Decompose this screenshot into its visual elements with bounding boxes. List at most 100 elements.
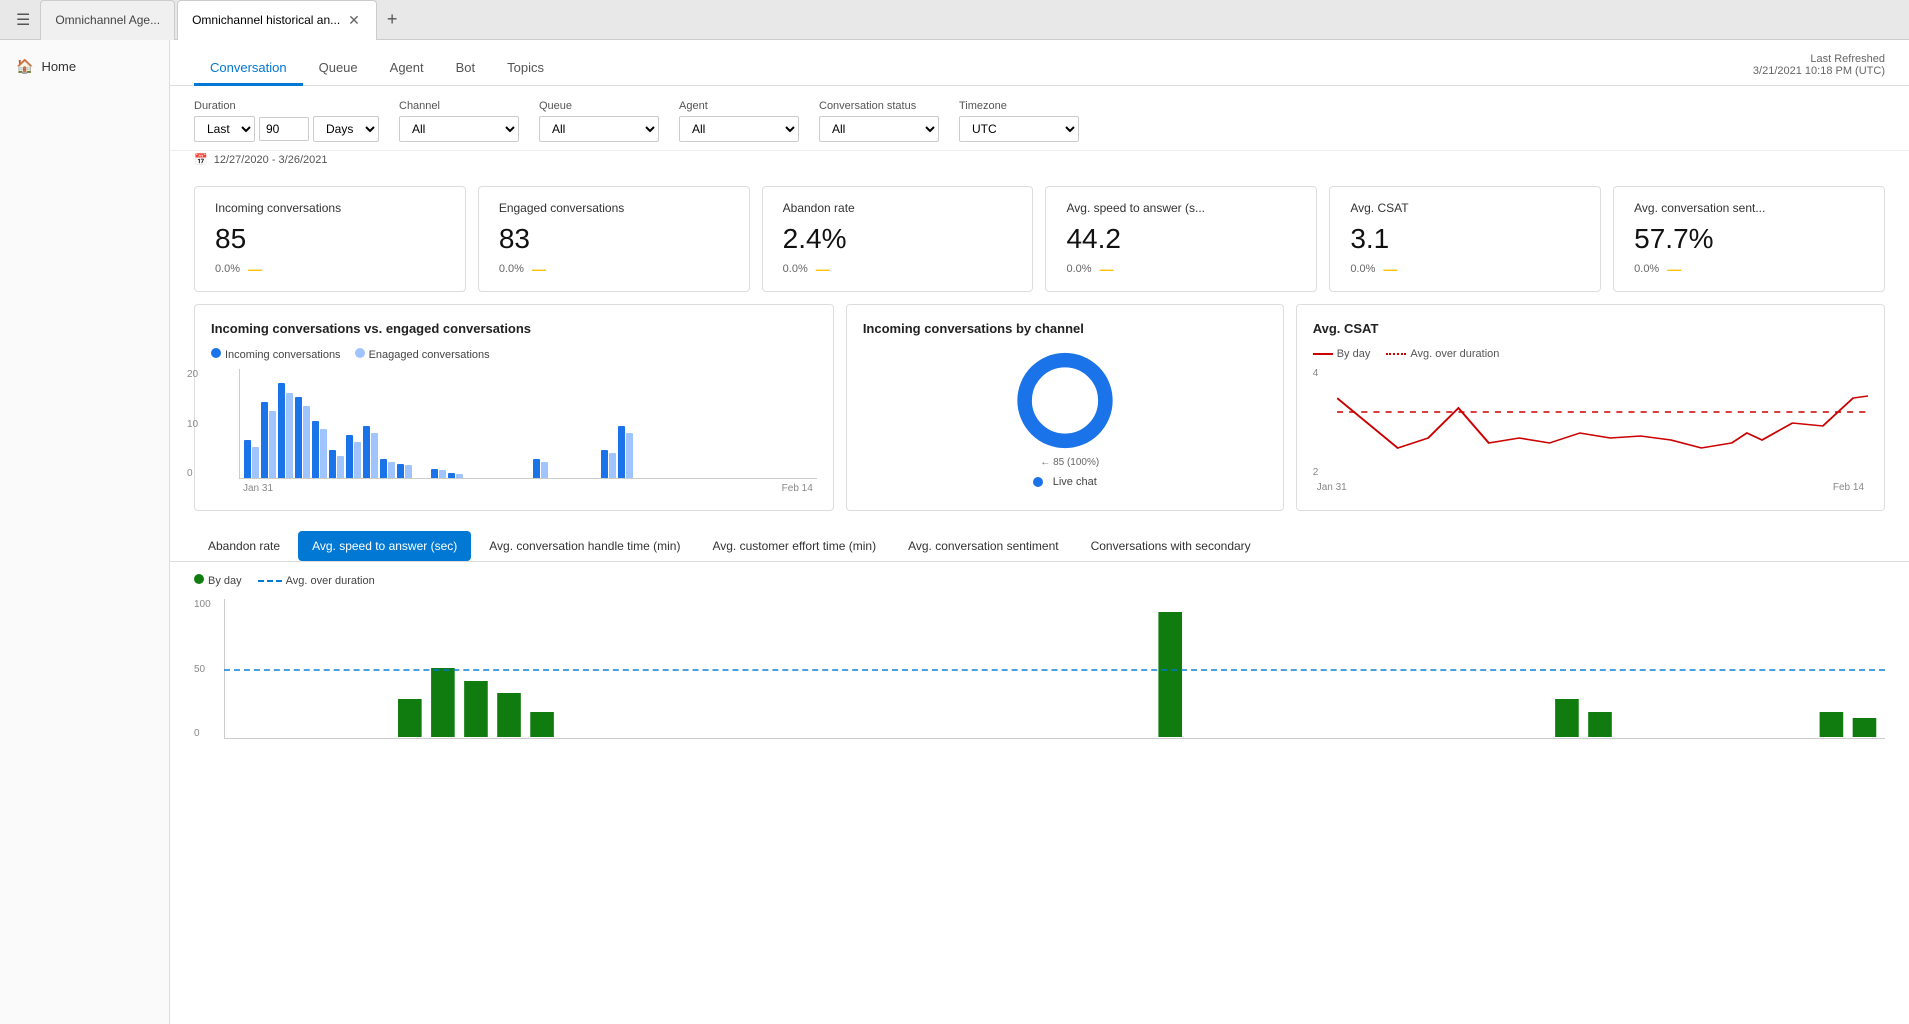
engaged-bar	[456, 474, 463, 478]
incoming-bar	[295, 397, 302, 478]
incoming-bar	[380, 459, 387, 478]
new-tab-button[interactable]: +	[379, 9, 406, 30]
nav-tab-agent[interactable]: Agent	[374, 52, 440, 86]
timezone-select[interactable]: UTC	[959, 116, 1079, 142]
bar-group	[312, 421, 327, 478]
bottom-tab-3[interactable]: Avg. customer effort time (min)	[698, 531, 890, 561]
tab-label: Omnichannel Age...	[55, 13, 160, 27]
kpi-card-1: Engaged conversations 83 0.0% —	[478, 186, 750, 292]
bottom-tabs: Abandon rateAvg. speed to answer (sec)Av…	[170, 523, 1909, 562]
bottom-tab-1[interactable]: Avg. speed to answer (sec)	[298, 531, 471, 561]
duration-value-input[interactable]	[259, 117, 309, 141]
tab-omnichannel-agent[interactable]: Omnichannel Age...	[40, 0, 175, 40]
bar-group	[346, 435, 361, 478]
kpi-dash: —	[1100, 261, 1114, 277]
conv-status-select[interactable]: All	[819, 116, 939, 142]
nav-tab-bot[interactable]: Bot	[440, 52, 492, 86]
bottom-chart-legend: By day Avg. over duration	[194, 574, 1885, 587]
timezone-filter: Timezone UTC	[959, 100, 1079, 142]
sidebar-item-home[interactable]: 🏠 Home	[0, 48, 169, 85]
engaged-bar	[303, 406, 310, 478]
last-refreshed-label: Last Refreshed	[1753, 53, 1885, 65]
last-refreshed-value: 3/21/2021 10:18 PM (UTC)	[1753, 65, 1885, 77]
incoming-bar	[244, 440, 251, 478]
kpi-card-2: Abandon rate 2.4% 0.0% —	[762, 186, 1034, 292]
bottom-tab-4[interactable]: Avg. conversation sentiment	[894, 531, 1073, 561]
kpi-change: 0.0%	[1350, 263, 1375, 275]
engaged-bar	[388, 462, 395, 478]
incoming-bar	[431, 469, 438, 479]
kpi-title: Avg. conversation sent...	[1634, 201, 1864, 215]
sidebar: 🏠 Home	[0, 40, 170, 1024]
kpi-dash: —	[248, 261, 262, 277]
hamburger-menu-button[interactable]: ☰	[8, 6, 38, 34]
bottom-bar	[530, 712, 554, 737]
bar-group	[261, 402, 276, 478]
incoming-bar	[278, 383, 285, 478]
date-range-value: 12/27/2020 - 3/26/2021	[214, 154, 328, 166]
engaged-bar	[405, 465, 412, 478]
bottom-bar	[497, 693, 521, 737]
close-tab-button[interactable]: ✕	[346, 13, 362, 27]
engaged-bar	[252, 447, 259, 479]
kpi-card-3: Avg. speed to answer (s... 44.2 0.0% —	[1045, 186, 1317, 292]
donut-chart-card: Incoming conversations by channel ← 85 (…	[846, 304, 1284, 511]
tab-label: Omnichannel historical an...	[192, 13, 340, 27]
bottom-bar	[431, 668, 455, 737]
kpi-value: 83	[499, 223, 729, 255]
bar-chart-area: 20 10 0 Jan 31 Feb 14	[211, 369, 817, 494]
kpi-dash: —	[1667, 261, 1681, 277]
bottom-bar	[1555, 699, 1579, 737]
kpi-value: 2.4%	[783, 223, 1013, 255]
engaged-bar	[320, 429, 327, 479]
timezone-label: Timezone	[959, 100, 1079, 112]
incoming-bar	[346, 435, 353, 478]
kpi-footer: 0.0% —	[1066, 261, 1296, 277]
line-chart-y-labels: 4 2	[1313, 368, 1319, 478]
bar-chart-title: Incoming conversations vs. engaged conve…	[211, 321, 817, 336]
incoming-bar	[448, 473, 455, 478]
bottom-tab-2[interactable]: Avg. conversation handle time (min)	[475, 531, 694, 561]
nav-tab-conversation[interactable]: Conversation	[194, 52, 303, 86]
line-chart-area: 4 2	[1313, 368, 1868, 478]
queue-label: Queue	[539, 100, 659, 112]
agent-select[interactable]: All	[679, 116, 799, 142]
nav-tab-queue[interactable]: Queue	[303, 52, 374, 86]
kpi-value: 3.1	[1350, 223, 1580, 255]
date-range: 📅 12/27/2020 - 3/26/2021	[170, 151, 1909, 174]
kpi-footer: 0.0% —	[215, 261, 445, 277]
kpi-card-0: Incoming conversations 85 0.0% —	[194, 186, 466, 292]
avg-line	[224, 669, 1885, 671]
duration-option-select[interactable]: Last	[194, 116, 255, 142]
nav-tab-topics[interactable]: Topics	[491, 52, 560, 86]
channel-filter: Channel All	[399, 100, 519, 142]
bar-group	[448, 473, 463, 478]
engaged-bar	[541, 462, 548, 478]
kpi-change: 0.0%	[783, 263, 808, 275]
kpi-footer: 0.0% —	[783, 261, 1013, 277]
agent-filter: Agent All	[679, 100, 799, 142]
bottom-tab-0[interactable]: Abandon rate	[194, 531, 294, 561]
bar-group	[601, 450, 616, 479]
kpi-footer: 0.0% —	[1634, 261, 1864, 277]
bottom-bar	[398, 699, 422, 737]
engaged-bar	[337, 456, 344, 479]
bottom-bar-chart: 100 50 0	[194, 599, 1885, 759]
bar-group	[363, 426, 378, 478]
incoming-bar	[397, 464, 404, 478]
bottom-y-labels: 100 50 0	[194, 599, 211, 739]
tab-omnichannel-historical[interactable]: Omnichannel historical an... ✕	[177, 0, 377, 40]
bar-group	[329, 450, 344, 479]
app-body: 🏠 Home Conversation Queue Agent Bot Topi…	[0, 40, 1909, 1024]
channel-select[interactable]: All	[399, 116, 519, 142]
bottom-tab-5[interactable]: Conversations with secondary	[1077, 531, 1265, 561]
kpi-title: Avg. speed to answer (s...	[1066, 201, 1296, 215]
bottom-chart-section: By day Avg. over duration 100 50 0	[170, 562, 1909, 771]
kpi-change: 0.0%	[1634, 263, 1659, 275]
bar-group	[397, 464, 412, 478]
queue-select[interactable]: All	[539, 116, 659, 142]
channel-label: Channel	[399, 100, 519, 112]
nav-tabs: Conversation Queue Agent Bot Topics	[194, 52, 560, 85]
duration-unit-select[interactable]: Days	[313, 116, 379, 142]
kpi-value: 57.7%	[1634, 223, 1864, 255]
